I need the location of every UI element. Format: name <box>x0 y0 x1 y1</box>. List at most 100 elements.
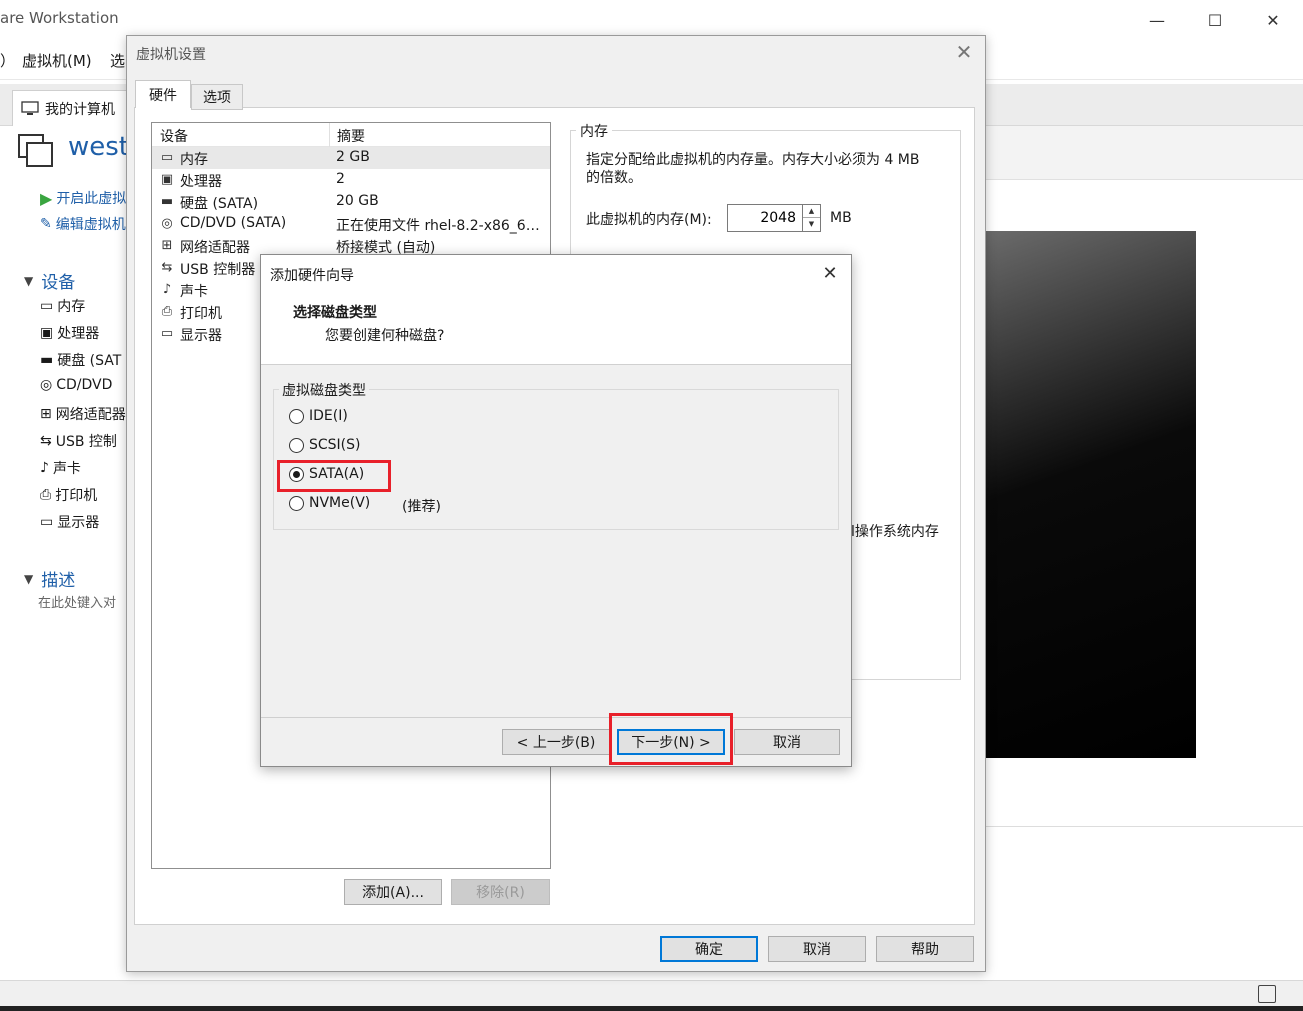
devices-section-header[interactable]: ▼ 设备 <box>24 268 75 293</box>
disk-type-legend: 虚拟磁盘类型 <box>279 380 369 400</box>
message-log-icon[interactable] <box>1258 985 1276 1003</box>
left-device-display[interactable]: ▭ 显示器 <box>40 512 99 532</box>
left-device-network[interactable]: ⊞ 网络适配器 <box>40 404 126 424</box>
remove-hardware-button[interactable]: 移除(R) <box>451 879 550 905</box>
description-section-header[interactable]: ▼ 描述 <box>24 566 75 591</box>
menu-item-partial[interactable]: ） <box>0 50 15 71</box>
radio-nvme-label: NVMe(V) <box>309 495 371 511</box>
left-device-cd-dvd[interactable]: ◎ CD/DVD <box>40 377 112 393</box>
device-row[interactable]: ▣ 处理器 2 <box>152 169 550 191</box>
network-adapter-icon: ⊞ <box>40 406 52 422</box>
left-device-processor[interactable]: ▣ 处理器 <box>40 323 99 343</box>
tab-my-computer-label: 我的计算机 <box>45 101 115 118</box>
cd-dvd-icon: ◎ <box>40 377 53 393</box>
power-on-link[interactable]: ▶ 开启此虚拟 <box>40 188 126 208</box>
display-icon: ▭ <box>160 326 174 341</box>
column-header-summary[interactable]: 摘要 <box>337 126 365 146</box>
device-row[interactable]: ◎ CD/DVD (SATA) 正在使用文件 rhel-8.2-x86_6… <box>152 213 550 235</box>
close-window-button[interactable]: ✕ <box>1250 4 1296 36</box>
left-device-sound[interactable]: ♪ 声卡 <box>40 458 81 478</box>
vm-preview-thumbnail[interactable] <box>985 231 1196 758</box>
main-window-title: are Workstation <box>0 9 119 27</box>
recommended-note: (推荐) <box>402 499 441 515</box>
edit-vm-link[interactable]: ✎ 编辑虚拟机 <box>40 214 126 234</box>
memory-guest-os-note: l操作系统内存 <box>851 524 939 540</box>
device-row[interactable]: ▬ 硬盘 (SATA) 20 GB <box>152 191 550 213</box>
display-icon: ▭ <box>40 514 54 530</box>
device-name: 硬盘 (SATA) <box>180 196 259 212</box>
memory-input-label: 此虚拟机的内存(M): <box>586 212 712 228</box>
radio-nvme[interactable]: NVMe(V) <box>289 495 370 511</box>
ok-button[interactable]: 确定 <box>660 936 758 962</box>
wizard-subheading: 您要创建何种磁盘? <box>325 328 445 344</box>
memory-icon: ▭ <box>40 298 54 314</box>
wizard-footer-divider <box>261 717 851 718</box>
play-icon: ▶ <box>40 188 53 208</box>
maximize-button[interactable]: ☐ <box>1192 4 1238 36</box>
left-device-label: 显示器 <box>57 515 100 531</box>
left-device-memory[interactable]: ▭ 内存 <box>40 296 85 316</box>
radio-ide[interactable]: IDE(I) <box>289 408 348 424</box>
usb-controller-icon: ⇆ <box>40 433 52 449</box>
settings-close-icon[interactable]: ✕ <box>952 40 976 64</box>
menu-item-options[interactable]: 选 <box>110 50 125 71</box>
cd-dvd-icon: ◎ <box>161 216 173 231</box>
hard-disk-icon: ▬ <box>40 352 54 368</box>
memory-description: 指定分配给此虚拟机的内存量。内存大小必须为 4 MB <box>586 152 920 168</box>
wizard-title: 添加硬件向导 <box>270 268 354 284</box>
tab-options[interactable]: 选项 <box>191 84 243 110</box>
next-highlight-box <box>609 713 733 765</box>
description-input-hint[interactable]: 在此处键入对 <box>38 592 116 611</box>
wizard-close-icon[interactable]: ✕ <box>818 262 842 286</box>
main-titlebar <box>0 0 1303 40</box>
tab-my-computer[interactable]: 我的计算机 <box>12 90 130 126</box>
memory-size-input[interactable] <box>727 204 803 232</box>
cancel-button[interactable]: 取消 <box>768 936 866 962</box>
tab-hardware[interactable]: 硬件 <box>135 80 191 108</box>
processor-icon: ▣ <box>160 172 174 187</box>
vm-icon <box>18 134 53 167</box>
device-name: CD/DVD (SATA) <box>180 215 287 231</box>
left-device-label: 硬盘 (SAT <box>57 353 122 369</box>
radio-circle[interactable] <box>289 495 304 511</box>
left-device-hard-disk[interactable]: ▬ 硬盘 (SAT <box>40 350 121 370</box>
edit-settings-icon: ✎ <box>40 216 52 232</box>
spin-down-icon[interactable]: ▼ <box>803 218 820 231</box>
settings-dialog-title: 虚拟机设置 <box>136 47 206 63</box>
sound-card-icon: ♪ <box>162 282 172 297</box>
left-device-label: 打印机 <box>55 488 98 504</box>
left-device-usb[interactable]: ⇆ USB 控制 <box>40 431 117 451</box>
hard-disk-icon: ▬ <box>160 194 174 209</box>
wizard-cancel-button[interactable]: 取消 <box>734 729 840 755</box>
radio-scsi[interactable]: SCSI(S) <box>289 437 361 453</box>
device-summary: 正在使用文件 rhel-8.2-x86_6… <box>336 218 540 234</box>
column-header-device[interactable]: 设备 <box>160 126 188 146</box>
left-device-label: 处理器 <box>57 326 100 342</box>
menu-item-vm[interactable]: 虚拟机(M) <box>22 50 92 71</box>
device-summary: 20 GB <box>336 193 379 209</box>
left-device-printer[interactable]: ⎙ 打印机 <box>40 485 97 505</box>
minimize-button[interactable]: — <box>1134 4 1180 36</box>
device-row[interactable]: ▭ 内存 2 GB <box>152 147 550 169</box>
help-button[interactable]: 帮助 <box>876 936 974 962</box>
device-name: 打印机 <box>180 306 222 322</box>
memory-spinner[interactable]: ▲ ▼ <box>803 204 821 232</box>
description-section-label: 描述 <box>41 571 76 591</box>
column-divider[interactable] <box>329 123 330 147</box>
device-name: USB 控制器 <box>180 262 256 278</box>
chevron-down-icon: ▼ <box>24 273 34 288</box>
radio-circle[interactable] <box>289 437 304 453</box>
processor-icon: ▣ <box>40 325 54 341</box>
sound-card-icon: ♪ <box>40 460 49 476</box>
network-adapter-icon: ⊞ <box>161 238 173 253</box>
memory-group-legend: 内存 <box>576 121 612 141</box>
usb-controller-icon: ⇆ <box>161 260 173 275</box>
radio-circle[interactable] <box>289 408 304 424</box>
spin-up-icon[interactable]: ▲ <box>803 205 820 218</box>
add-hardware-button[interactable]: 添加(A)... <box>344 879 442 905</box>
computer-icon <box>21 100 39 115</box>
back-button[interactable]: < 上一步(B) <box>502 729 610 755</box>
divider <box>985 826 1303 827</box>
left-device-label: 声卡 <box>52 461 81 477</box>
left-device-label: CD/DVD <box>56 377 113 393</box>
